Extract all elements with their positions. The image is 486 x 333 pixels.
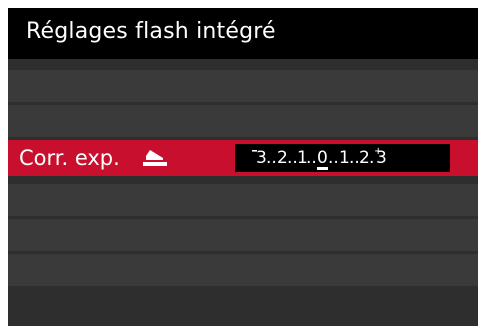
menu-row-flash-exposure-compensation[interactable]: Corr. exp. 3 .. 2 .. 1 .. 0 .. 1 .. 2 . … [8, 140, 478, 176]
menu-row-empty-4[interactable] [8, 219, 478, 251]
menu-row-empty-2[interactable] [8, 105, 478, 137]
scale-label-pos3: 3 [376, 148, 387, 168]
scale-dots: .. [306, 148, 317, 168]
scale-dots: .. [328, 148, 339, 168]
scale-dots: .. [266, 148, 277, 168]
menu-row-empty-5[interactable] [8, 254, 478, 286]
scale-value-indicator [317, 167, 328, 170]
scale-label-zero: 0 [317, 148, 328, 168]
menu-row-empty-1[interactable] [8, 70, 478, 102]
menu-row-empty-3[interactable] [8, 184, 478, 216]
menu-title-bar: Réglages flash intégré [8, 8, 478, 59]
flash-exposure-compensation-icon [143, 150, 167, 166]
camera-menu-screen: Réglages flash intégré Corr. exp. 3 .. 2… [8, 8, 478, 326]
menu-title: Réglages flash intégré [26, 19, 276, 44]
exposure-scale[interactable]: 3 .. 2 .. 1 .. 0 .. 1 .. 2 . + 3 [235, 144, 450, 172]
menu-row-label: Corr. exp. [19, 146, 120, 170]
